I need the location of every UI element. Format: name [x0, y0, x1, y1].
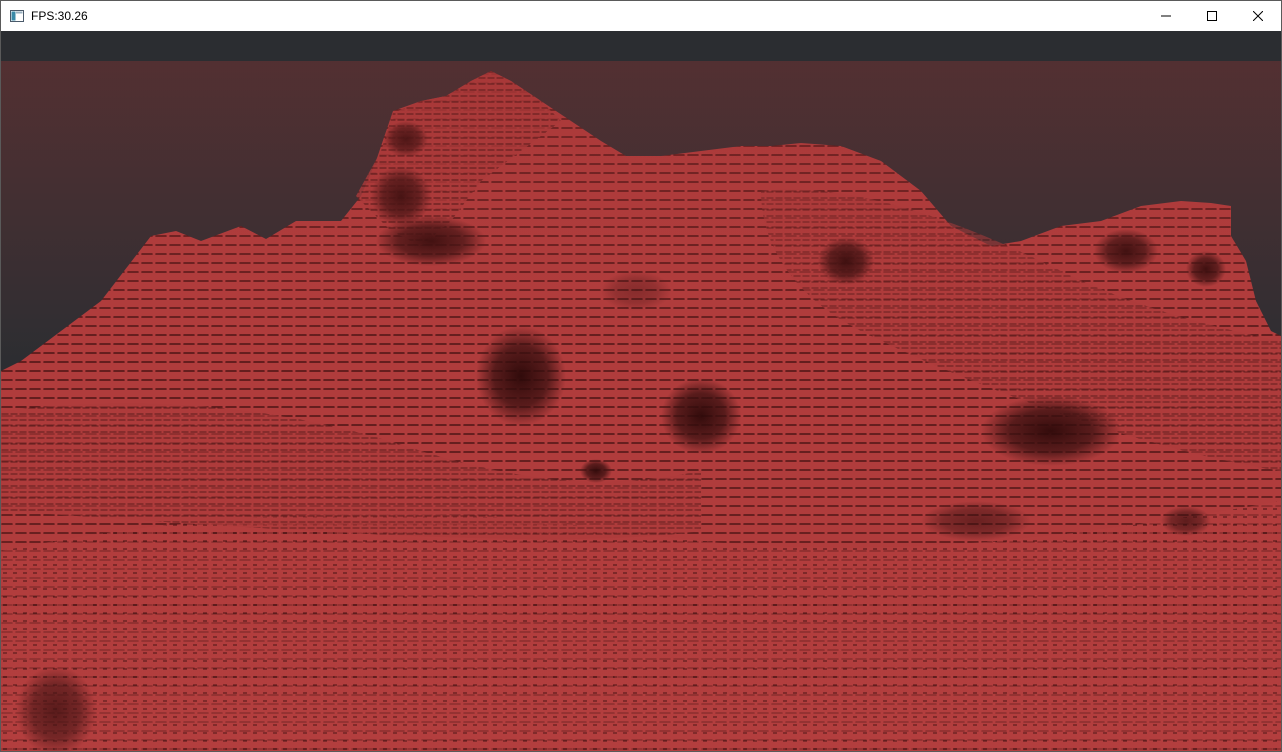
maximize-button[interactable]: [1189, 1, 1235, 31]
close-button[interactable]: [1235, 1, 1281, 31]
app-window-icon: [9, 8, 25, 24]
render-viewport[interactable]: [1, 31, 1281, 751]
terrain-scene: [1, 31, 1281, 751]
app-window: FPS:30.26: [0, 0, 1282, 752]
maximize-icon: [1207, 11, 1217, 21]
title-bar[interactable]: FPS:30.26: [1, 1, 1281, 31]
window-title: FPS:30.26: [31, 9, 88, 23]
minimize-icon: [1161, 15, 1171, 17]
minimize-button[interactable]: [1143, 1, 1189, 31]
close-icon: [1253, 11, 1263, 21]
window-controls: [1143, 1, 1281, 31]
